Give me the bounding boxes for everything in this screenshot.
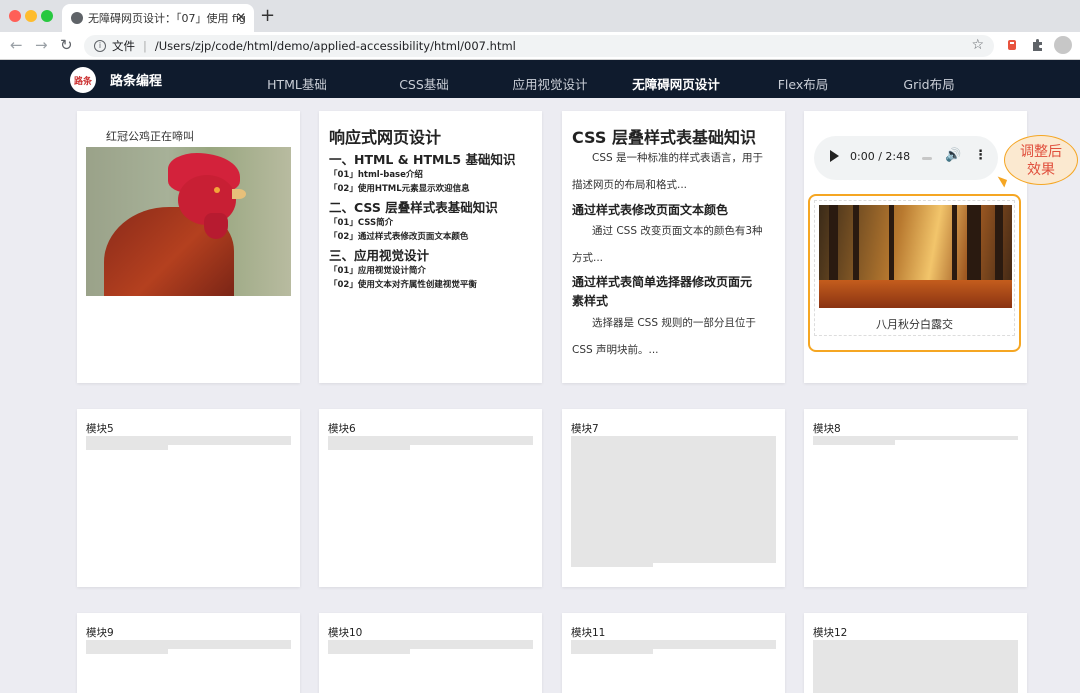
paragraph: 描述网页的布局和格式... — [572, 179, 688, 191]
section-heading: 通过样式表简单选择器修改页面元 — [572, 275, 753, 289]
module-card: 模块5 — [77, 409, 300, 587]
nav-css-basics[interactable]: CSS基础 — [399, 74, 449, 93]
paragraph: CSS 声明块前。... — [572, 344, 659, 356]
highlight-frame: 八月秋分白露交 — [808, 194, 1021, 352]
list-item[interactable]: 「01」CSS简介 — [329, 216, 393, 228]
tab-close-icon[interactable]: ✕ — [236, 10, 246, 24]
card-responsive-design: 响应式网页设计 一、HTML & HTML5 基础知识 「01」html-bas… — [319, 111, 542, 383]
play-icon[interactable] — [830, 150, 839, 162]
card-title: 响应式网页设计 — [329, 128, 442, 147]
tab-title: 无障碍网页设计：「07」使用 fig — [88, 12, 246, 25]
globe-icon — [71, 12, 83, 24]
module-card: 模块10 — [319, 613, 542, 693]
section-heading: 一、HTML & HTML5 基础知识 — [329, 152, 516, 167]
reload-icon[interactable]: ↻ — [60, 36, 73, 54]
forest-image — [819, 205, 1012, 308]
module-title: 模块11 — [571, 627, 606, 639]
rooster-image — [86, 147, 291, 296]
url-separator: | — [143, 39, 147, 53]
nav-grid-layout[interactable]: Grid布局 — [903, 74, 954, 93]
placeholder-bar — [328, 445, 410, 450]
nav-flex-layout[interactable]: Flex布局 — [778, 74, 829, 93]
audio-player[interactable]: 0:00 / 2:48 🔊 ⋮ — [814, 136, 998, 180]
section-heading: 二、CSS 层叠样式表基础知识 — [329, 200, 498, 215]
figure: 八月秋分白露交 — [814, 200, 1015, 336]
placeholder-block — [571, 436, 776, 563]
paragraph: 选择器是 CSS 规则的一部分且位于 — [592, 317, 756, 329]
back-icon[interactable]: ← — [10, 36, 23, 54]
nav-applied-visual-design[interactable]: 应用视觉设计 — [512, 74, 587, 93]
placeholder-bar — [328, 640, 533, 649]
puzzle-icon[interactable] — [1030, 38, 1044, 52]
module-title: 模块6 — [328, 423, 356, 435]
module-title: 模块7 — [571, 423, 599, 435]
placeholder-bar — [86, 649, 168, 654]
module-card: 模块11 — [562, 613, 785, 693]
callout-line: 调整后 — [1020, 144, 1062, 160]
placeholder-bar — [571, 640, 776, 649]
more-options-icon[interactable]: ⋮ — [974, 148, 987, 163]
figure-caption: 八月秋分白露交 — [876, 318, 953, 331]
file-label: 文件 — [112, 39, 135, 53]
module-card: 模块6 — [319, 409, 542, 587]
placeholder-bar — [571, 563, 653, 567]
section-heading: 三、应用视觉设计 — [329, 248, 430, 263]
audio-time: 0:00 / 2:48 — [850, 150, 911, 163]
list-item[interactable]: 「02」通过样式表修改页面文本颜色 — [329, 230, 468, 242]
brand-name[interactable]: 路条编程 — [110, 70, 162, 89]
browser-tabbar: 无障碍网页设计：「07」使用 fig ✕ + — [0, 0, 1080, 32]
paragraph: 方式... — [572, 252, 604, 264]
minimize-window-button[interactable] — [25, 10, 37, 22]
paragraph: 通过 CSS 改变页面文本的颜色有3种 — [592, 225, 763, 237]
module-card: 模块7 — [562, 409, 785, 587]
placeholder-bar — [571, 649, 653, 654]
list-item[interactable]: 「01」html-base介绍 — [329, 168, 423, 180]
zoom-window-button[interactable] — [41, 10, 53, 22]
paragraph: CSS 是一种标准的样式表语言，用于 — [592, 152, 763, 164]
list-item[interactable]: 「01」应用视觉设计简介 — [329, 264, 426, 276]
close-window-button[interactable] — [9, 10, 21, 22]
site-header: 路条 路条编程 HTML基础 CSS基础 应用视觉设计 无障碍网页设计 Flex… — [0, 60, 1080, 98]
module-card: 模块8 — [804, 409, 1027, 587]
callout-line: 效果 — [1027, 162, 1055, 178]
placeholder-bar — [86, 640, 291, 649]
placeholder-bar — [86, 445, 168, 450]
url-bar[interactable]: i 文件 | /Users/zjp/code/html/demo/applied… — [84, 35, 994, 57]
info-icon[interactable]: i — [94, 40, 106, 52]
site-logo[interactable]: 路条 — [70, 67, 96, 93]
extension-icon[interactable] — [1005, 38, 1019, 52]
annotation-callout: 调整后 效果 — [1004, 135, 1078, 185]
module-title: 模块12 — [813, 627, 848, 639]
browser-tab[interactable]: 无障碍网页设计：「07」使用 fig ✕ — [62, 4, 254, 32]
audio-progress[interactable] — [922, 157, 932, 160]
section-heading: 通过样式表修改页面文本颜色 — [572, 203, 729, 217]
placeholder-bar — [328, 436, 533, 445]
address-toolbar: ← → ↻ i 文件 | /Users/zjp/code/html/demo/a… — [0, 32, 1080, 60]
card-rooster: 红冠公鸡正在啼叫 — [77, 111, 300, 383]
star-icon[interactable]: ☆ — [971, 37, 984, 53]
module-title: 模块9 — [86, 627, 114, 639]
new-tab-button[interactable]: + — [260, 5, 275, 26]
section-heading: 素样式 — [572, 294, 609, 308]
card-audio-figure: 0:00 / 2:48 🔊 ⋮ 八月秋分白露交 — [804, 111, 1027, 383]
module-card: 模块12 — [804, 613, 1027, 693]
avatar-icon[interactable] — [1054, 36, 1072, 54]
module-title: 模块10 — [328, 627, 363, 639]
module-title: 模块8 — [813, 423, 841, 435]
placeholder-bar — [328, 649, 410, 654]
nav-applied-accessibility[interactable]: 无障碍网页设计 — [632, 74, 720, 93]
url-text: /Users/zjp/code/html/demo/applied-access… — [154, 39, 516, 53]
placeholder-bar — [86, 436, 291, 445]
list-item[interactable]: 「02」使用HTML元素显示欢迎信息 — [329, 182, 470, 194]
module-title: 模块5 — [86, 423, 114, 435]
image-caption: 红冠公鸡正在啼叫 — [106, 130, 194, 143]
nav-html-basics[interactable]: HTML基础 — [267, 74, 327, 93]
placeholder-bar — [813, 440, 895, 445]
module-card: 模块9 — [77, 613, 300, 693]
forward-icon[interactable]: → — [35, 36, 48, 54]
volume-icon[interactable]: 🔊 — [945, 148, 961, 163]
placeholder-block — [813, 640, 1018, 693]
list-item[interactable]: 「02」使用文本对齐属性创建视觉平衡 — [329, 278, 477, 290]
card-css-basics: CSS 层叠样式表基础知识 CSS 是一种标准的样式表语言，用于 描述网页的布局… — [562, 111, 785, 383]
